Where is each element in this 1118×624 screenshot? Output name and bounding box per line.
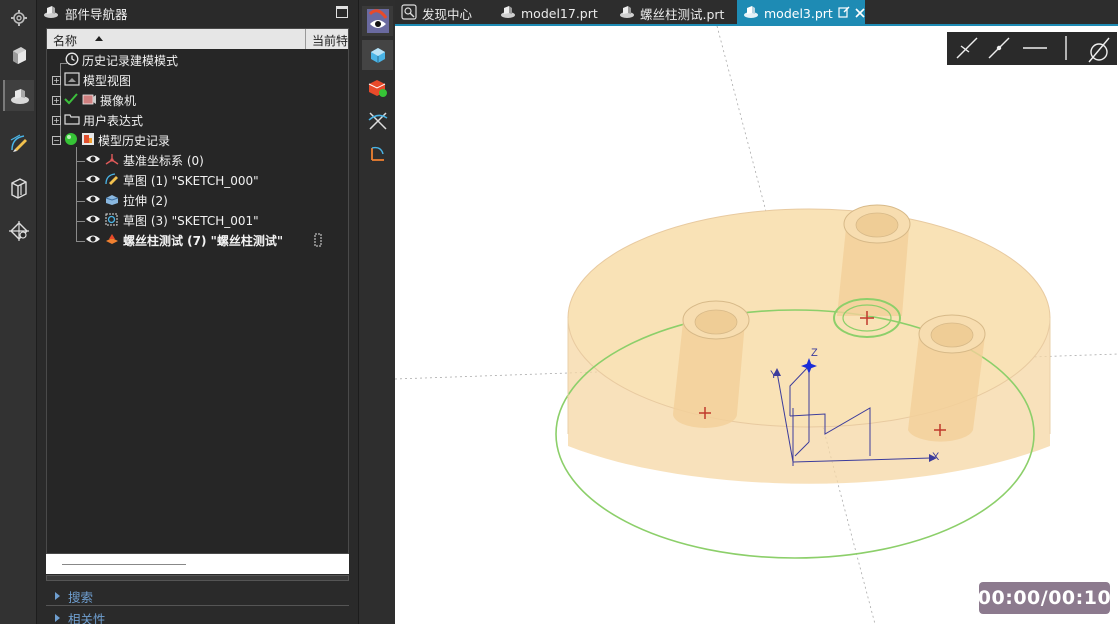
roles-icon[interactable] <box>3 215 34 246</box>
tree-node-label: 草图 (3) "SKETCH_001" <box>123 213 259 228</box>
axis-z-label: Z <box>811 347 818 359</box>
collapse-icon[interactable]: − <box>52 135 61 145</box>
extrude-icon <box>104 192 120 209</box>
clock-icon <box>65 52 79 69</box>
column-name-header[interactable]: 名称 <box>53 32 77 49</box>
graphics-window[interactable]: Z Y X 00:00/00:10 <box>395 26 1118 624</box>
model-views-icon <box>64 71 80 89</box>
axis-y-label: Y <box>770 369 778 381</box>
tree-node-label: 草图 (1) "SKETCH_000" <box>123 173 259 188</box>
sketch-icon <box>104 172 120 189</box>
navigator-title: 部件导航器 <box>65 6 128 22</box>
eye-icon[interactable] <box>85 153 101 168</box>
tree-node-sketch-1[interactable]: 草图 (1) "SKETCH_000" <box>85 170 259 190</box>
search-section-label: 搜索 <box>68 589 94 605</box>
current-feature-icon <box>314 233 322 250</box>
camera-icon <box>81 92 97 109</box>
part-icon <box>500 5 516 22</box>
video-timer: 00:00/00:10 <box>978 582 1111 614</box>
sort-ascending-icon <box>95 36 103 41</box>
tab-label: 螺丝柱测试.prt <box>640 6 725 22</box>
tree-node-label: 基准坐标系 (0) <box>123 153 204 168</box>
reuse-library-icon[interactable] <box>3 172 34 203</box>
udf-feature-icon <box>104 232 120 249</box>
tab-model17[interactable]: model17.prt <box>494 0 606 26</box>
eye-icon[interactable] <box>85 173 101 188</box>
eye-icon[interactable] <box>85 213 101 228</box>
tree-node-label: 用户表达式 <box>83 113 144 128</box>
tree-node-extrude[interactable]: 拉伸 (2) <box>85 190 168 210</box>
settings-icon[interactable] <box>3 2 34 33</box>
assembly-navigator-icon[interactable] <box>3 38 34 69</box>
expand-icon[interactable]: + <box>52 115 61 125</box>
close-icon[interactable] <box>855 6 865 21</box>
datum-csys-icon <box>104 152 120 169</box>
snap-midpoint-icon <box>988 37 1010 59</box>
expand-triangle-icon <box>55 614 60 622</box>
maximize-icon[interactable] <box>336 6 348 18</box>
tree-node-history-mode[interactable]: 历史记录建模模式 <box>65 50 178 70</box>
modified-icon <box>838 6 850 21</box>
section-view-icon[interactable] <box>362 106 393 136</box>
tree-node-label: 螺丝柱测试 (7) "螺丝柱测试" <box>123 233 284 248</box>
folder-icon <box>64 112 80 129</box>
tab-model3[interactable]: model3.prt <box>737 0 865 26</box>
document-tabs: 发现中心 model17.prt 螺丝柱测试.prt model3.prt <box>395 0 1118 26</box>
discover-icon <box>401 3 417 23</box>
render-style-icon[interactable] <box>362 72 393 102</box>
show-hide-icon[interactable] <box>362 6 393 36</box>
tree-node-sketch-3[interactable]: 草图 (3) "SKETCH_001" <box>85 210 259 230</box>
resource-bar <box>0 0 37 624</box>
part-icon <box>743 5 759 22</box>
boss-right <box>908 314 986 442</box>
part-icon <box>619 5 635 22</box>
axis-x-label: X <box>932 451 940 463</box>
part-navigator-title-icon <box>43 5 59 22</box>
tab-screw-boss-test[interactable]: 螺丝柱测试.prt <box>613 0 743 26</box>
snap-arc-icon <box>1088 37 1110 63</box>
wcs-icon[interactable] <box>362 138 393 168</box>
tree-node-model-views[interactable]: + 模型视图 <box>52 70 131 90</box>
tree-header: 名称 当前特 <box>47 29 348 49</box>
eye-icon[interactable] <box>85 193 101 208</box>
related-section-toggle[interactable]: 相关性 <box>55 608 106 624</box>
search-section-toggle[interactable]: 搜索 <box>55 586 93 606</box>
navigator-tree: 名称 当前特 历史记录建模模式 + 模型视图 + 摄像机 + 用户表达式 − 模… <box>46 28 349 554</box>
expand-icon[interactable]: + <box>52 75 61 85</box>
sketch-navigator-icon[interactable] <box>3 127 34 158</box>
tree-node-user-expressions[interactable]: + 用户表达式 <box>52 110 143 130</box>
tree-node-label: 摄像机 <box>100 93 137 108</box>
tree-node-cameras[interactable]: + 摄像机 <box>52 90 136 110</box>
tab-label: model17.prt <box>521 5 598 21</box>
tab-label: model3.prt <box>764 5 833 21</box>
tree-node-screw-boss[interactable]: 螺丝柱测试 (7) "螺丝柱测试" <box>85 230 283 250</box>
navigator-title-bar: 部件导航器 <box>37 0 358 26</box>
snap-intersection-icon <box>956 37 978 59</box>
part-navigator-panel: 部件导航器 名称 当前特 历史记录建模模式 + 模型视图 + 摄像机 + 用户表… <box>37 0 358 624</box>
related-section-label: 相关性 <box>68 611 106 624</box>
tab-discover-center[interactable]: 发现中心 <box>395 0 487 26</box>
expand-icon[interactable]: + <box>52 95 61 105</box>
column-current-header[interactable]: 当前特 <box>312 32 350 49</box>
tree-node-label: 拉伸 (2) <box>123 193 168 208</box>
column-divider[interactable] <box>305 29 306 49</box>
tree-node-model-history[interactable]: − 模型历史记录 <box>52 130 170 150</box>
tree-node-label: 模型视图 <box>83 73 132 88</box>
expand-triangle-icon <box>55 592 60 600</box>
tree-node-label: 历史记录建模模式 <box>82 53 179 68</box>
status-ok-icon <box>64 132 78 149</box>
snap-point-toolbar <box>947 32 1117 65</box>
tree-node-datum-csys[interactable]: 基准坐标系 (0) <box>85 150 204 170</box>
tree-node-label: 模型历史记录 <box>98 133 171 148</box>
eye-icon[interactable] <box>85 233 101 248</box>
model-view: Z Y X <box>395 26 1118 624</box>
sketch-icon <box>104 212 120 229</box>
tab-label: 发现中心 <box>422 6 473 22</box>
tree-horizontal-area <box>46 554 349 574</box>
shaded-view-icon[interactable] <box>362 40 393 70</box>
checkmark-icon <box>64 92 78 109</box>
view-toolbar <box>358 0 395 624</box>
model-history-icon <box>81 132 95 149</box>
part-navigator-icon[interactable] <box>3 80 34 111</box>
